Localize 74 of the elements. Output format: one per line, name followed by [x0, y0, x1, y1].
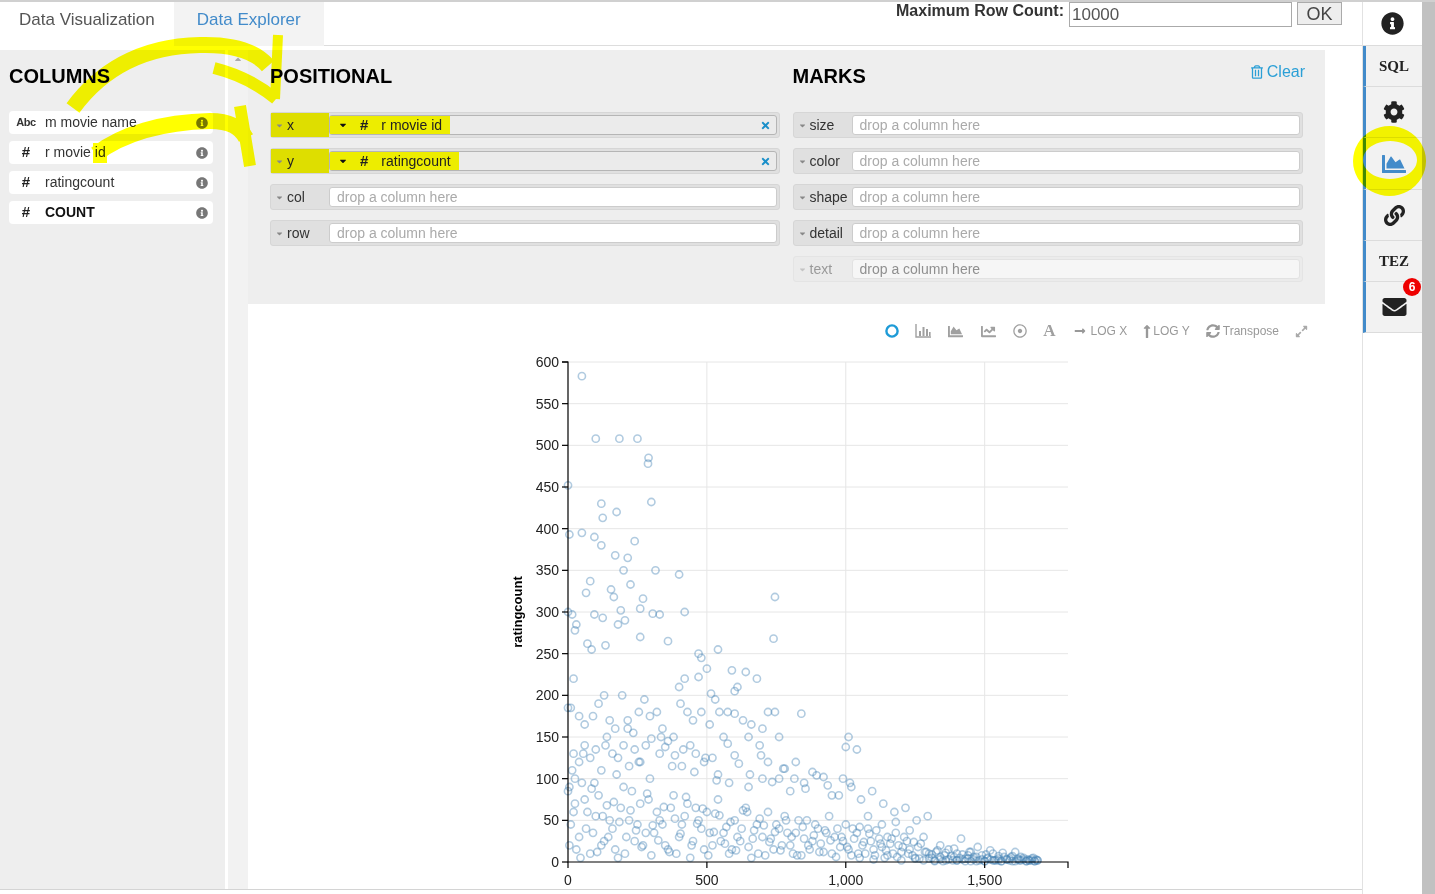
panel-heading: MARKS [792, 64, 866, 88]
axis-tick-label: 450 [535, 479, 559, 495]
type-label: # [20, 142, 32, 163]
line-chart-icon [980, 323, 998, 339]
info-icon[interactable] [196, 176, 208, 189]
axis-tick-label: 350 [535, 562, 559, 579]
field-pill[interactable]: # ratingcount [329, 151, 777, 171]
axis-tick-label: 100 [535, 770, 559, 787]
axis-tick-label: 0 [564, 872, 572, 888]
info-icon[interactable] [196, 206, 208, 219]
expand-icon [1295, 324, 1308, 338]
type-label: # [20, 202, 32, 223]
channel-dropdown[interactable]: col [271, 185, 329, 209]
notification-badge: 6 [1403, 278, 1421, 296]
mark-type-button[interactable] [1013, 324, 1028, 338]
arrow-up-icon [1143, 323, 1152, 339]
column-name: m movie name [45, 113, 138, 132]
field-name: r movie id [381, 115, 443, 135]
close-icon [759, 119, 771, 131]
type-label: # [360, 150, 369, 171]
axis-tick-label: 1,000 [828, 872, 864, 888]
axis-tick-label: 500 [695, 872, 719, 888]
axis-tick-label: 250 [535, 645, 559, 662]
sidebar-tab[interactable]: TEZ [1363, 241, 1422, 282]
type-label: Abc [15, 115, 37, 131]
axis-tick-label: 50 [543, 812, 559, 829]
mark-type-button[interactable] [947, 323, 965, 339]
type-label: # [360, 114, 369, 135]
mark-type-button[interactable] [885, 324, 900, 338]
field-pill[interactable]: # r movie id [329, 115, 777, 135]
link-button[interactable] [1363, 190, 1422, 241]
expand-button[interactable] [1295, 324, 1308, 338]
field-name: ratingcount [381, 151, 451, 171]
mark-type-button[interactable] [915, 324, 932, 338]
refresh-icon [1205, 324, 1220, 338]
info-icon [1381, 12, 1404, 35]
axis-tick-label: 300 [535, 604, 559, 620]
row-count-input[interactable]: 10000 [1069, 2, 1292, 27]
trash-icon [1250, 65, 1263, 79]
channel-dropdown[interactable]: x [271, 113, 329, 137]
channel-dropdown[interactable]: size [793, 113, 852, 137]
channel-dropdown[interactable]: shape [793, 185, 852, 209]
settings-icon [1383, 101, 1405, 123]
close-icon [759, 155, 771, 167]
column-item[interactable]: # ratingcount [9, 171, 213, 194]
mark-type-button[interactable] [980, 323, 998, 339]
axis-title: ratingcount [510, 576, 525, 648]
axis-tick-label: 400 [535, 520, 559, 537]
column-name: ratingcount [45, 173, 116, 192]
column-name: r movie id [45, 143, 107, 162]
axis-tick-label: 1,500 [967, 872, 1003, 888]
bar-chart-icon [915, 324, 932, 338]
channel-dropdown[interactable]: row [271, 221, 329, 245]
channel-dropdown[interactable]: detail [793, 221, 852, 245]
info-icon[interactable] [196, 146, 208, 159]
axis-tick-label: 500 [535, 437, 559, 454]
ok-button[interactable]: OK [1297, 2, 1342, 25]
axis-tick-label: 150 [535, 729, 559, 745]
axis-tick-label: 550 [535, 395, 559, 412]
channel-dropdown[interactable]: y [271, 149, 329, 173]
circle-icon [885, 324, 900, 338]
sidebar-tab[interactable]: SQL [1363, 46, 1422, 87]
axis-tick-label: 600 [535, 354, 559, 370]
row-count-label: Maximum Row Count: [896, 2, 1064, 19]
column-item[interactable]: # COUNT [9, 201, 213, 224]
axis-tick-label: 200 [535, 687, 559, 704]
column-name: COUNT [45, 203, 96, 222]
type-label: # [20, 172, 32, 193]
envelope-icon [1380, 295, 1408, 319]
link-icon [1383, 204, 1405, 226]
axis-tick-label: 0 [551, 854, 559, 870]
area-chart-icon [947, 323, 965, 339]
scrollbar[interactable] [1422, 2, 1435, 894]
channel-dropdown[interactable]: color [793, 149, 852, 173]
